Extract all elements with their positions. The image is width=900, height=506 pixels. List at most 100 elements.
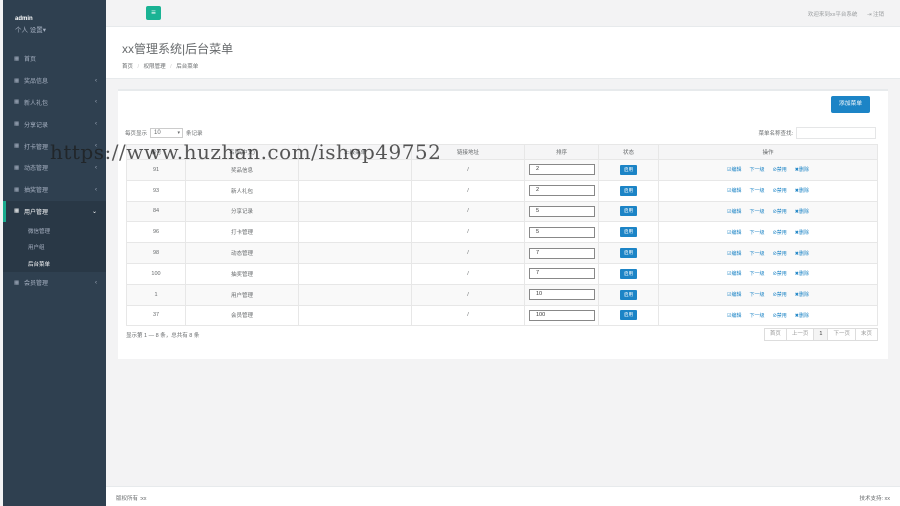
enable-button[interactable]: 启用 [620, 268, 637, 279]
child-link[interactable]: 下一级 [750, 209, 765, 215]
search: 菜单名称查找: [758, 127, 876, 139]
grid-icon: ▦ [14, 208, 20, 215]
enable-button[interactable]: 启用 [620, 164, 637, 175]
enable-button[interactable]: 启用 [620, 289, 637, 300]
sort-input[interactable]: 7 [529, 268, 595, 280]
edit-link[interactable]: ☑编辑 [727, 313, 741, 319]
chevron-icon: ‹ [95, 186, 97, 193]
sidebar-item-label: 分享记录 [24, 122, 49, 129]
child-link[interactable]: 下一级 [750, 292, 765, 298]
chevron-icon: ‹ [95, 99, 97, 106]
delete-link[interactable]: ✖删除 [795, 313, 809, 319]
sort-input[interactable]: 10 [529, 289, 595, 301]
add-menu-button[interactable]: 添加菜单 [831, 96, 870, 113]
sidebar-item[interactable]: ▦ 抽奖管理 ‹ [3, 179, 106, 201]
delete-link[interactable]: ✖删除 [795, 271, 809, 277]
profile-menu[interactable]: 个人 设置▾ [15, 24, 106, 34]
sort-input[interactable]: 2 [529, 164, 595, 176]
sidebar-item[interactable]: ▦ 首页 [3, 48, 106, 70]
last-page-button[interactable]: 末页 [854, 328, 878, 341]
sort-input[interactable]: 5 [529, 205, 595, 217]
disable-link[interactable]: ⊘禁用 [773, 313, 787, 319]
prev-page-button[interactable]: 上一页 [785, 328, 815, 341]
sidebar-item[interactable]: ▦ 用户管理 ⌄ [3, 200, 106, 223]
table-row: 98 动态管理 / 7 启用 ☑编辑 下一级 ⊘禁用 ✖删除 [126, 242, 878, 264]
col-status[interactable]: 状态 [598, 144, 659, 160]
cell-parent [298, 262, 412, 285]
disable-link[interactable]: ⊘禁用 [773, 292, 787, 298]
delete-link[interactable]: ✖删除 [795, 167, 809, 173]
edit-link[interactable]: ☑编辑 [727, 271, 741, 277]
sort-input[interactable]: 100 [529, 309, 595, 321]
menu-toggle-button[interactable]: ≡ [146, 6, 161, 20]
cell-sort: 100 [524, 304, 599, 327]
cell-parent [298, 179, 412, 202]
sidebar-item[interactable]: ▦ 会员管理 ‹ [3, 272, 106, 294]
child-link[interactable]: 下一级 [750, 271, 765, 277]
breadcrumb-permission[interactable]: 权限管理 [144, 64, 166, 70]
sidebar-subitem[interactable]: 后台菜单 [3, 255, 106, 272]
col-sort[interactable]: 排序 [524, 144, 599, 160]
cell-sort: 5 [524, 221, 599, 244]
sort-input[interactable]: 5 [529, 226, 595, 238]
enable-button[interactable]: 启用 [620, 227, 637, 238]
sidebar-subitem[interactable]: 微信管理 [3, 222, 106, 239]
sidebar-subitem[interactable]: 用户组 [3, 239, 106, 256]
edit-link[interactable]: ☑编辑 [727, 188, 741, 194]
search-input[interactable] [796, 127, 876, 139]
child-link[interactable]: 下一级 [750, 188, 765, 194]
cell-id: 37 [126, 304, 186, 327]
cell-status: 启用 [598, 242, 659, 264]
edit-link[interactable]: ☑编辑 [727, 209, 741, 215]
delete-link[interactable]: ✖删除 [795, 188, 809, 194]
pagination-info: 显示第 1 — 8 条，总共有 8 条 [126, 333, 200, 339]
enable-button[interactable]: 启用 [620, 185, 637, 196]
grid-icon: ▦ [14, 121, 20, 128]
page-1-button[interactable]: 1 [813, 328, 829, 341]
child-link[interactable]: 下一级 [750, 251, 765, 257]
disable-link[interactable]: ⊘禁用 [773, 251, 787, 257]
first-page-button[interactable]: 首页 [763, 328, 787, 341]
edit-link[interactable]: ☑编辑 [727, 167, 741, 173]
cell-status: 启用 [598, 283, 659, 306]
disable-link[interactable]: ⊘禁用 [773, 230, 787, 236]
child-link[interactable]: 下一级 [750, 313, 765, 319]
disable-link[interactable]: ⊘禁用 [773, 188, 787, 194]
disable-link[interactable]: ⊘禁用 [773, 209, 787, 215]
disable-link[interactable]: ⊘禁用 [773, 167, 787, 173]
edit-link[interactable]: ☑编辑 [727, 251, 741, 257]
cell-status: 启用 [598, 304, 659, 327]
delete-link[interactable]: ✖删除 [795, 230, 809, 236]
sidebar-item[interactable]: ▦ 奖品信息 ‹ [3, 70, 106, 92]
delete-link[interactable]: ✖删除 [795, 292, 809, 298]
cell-link: / [411, 304, 525, 327]
sidebar-item[interactable]: ▦ 分享记录 ‹ [3, 113, 106, 135]
enable-button[interactable]: 启用 [620, 206, 637, 217]
sidebar-item-label: 会员管理 [24, 281, 49, 288]
sidebar-item-label: 新人礼包 [24, 100, 49, 107]
sort-input[interactable]: 7 [529, 247, 595, 259]
cell-status: 启用 [598, 179, 659, 202]
cell-sort: 7 [524, 242, 599, 264]
edit-link[interactable]: ☑编辑 [727, 292, 741, 298]
next-page-button[interactable]: 下一页 [827, 328, 856, 341]
cell-link: / [411, 262, 525, 285]
enable-button[interactable]: 启用 [620, 248, 637, 259]
page-length-select[interactable]: 10 ▾ [150, 128, 184, 138]
disable-link[interactable]: ⊘禁用 [773, 271, 787, 277]
child-link[interactable]: 下一级 [750, 167, 765, 173]
delete-link[interactable]: ✖删除 [795, 251, 809, 257]
cell-name: 抽奖管理 [185, 262, 299, 285]
chevron-icon: ‹ [95, 279, 97, 286]
delete-link[interactable]: ✖删除 [795, 209, 809, 215]
child-link[interactable]: 下一级 [750, 230, 765, 236]
col-ops: 操作 [658, 144, 878, 160]
cell-status: 启用 [598, 159, 659, 181]
logout-link[interactable]: ⇥ 注销 [867, 12, 884, 18]
breadcrumb-home[interactable]: 首页 [122, 64, 133, 70]
enable-button[interactable]: 启用 [620, 310, 637, 321]
sort-input[interactable]: 2 [529, 185, 595, 197]
edit-link[interactable]: ☑编辑 [727, 230, 741, 236]
sidebar-item[interactable]: ▦ 新人礼包 ‹ [3, 92, 106, 114]
welcome-text: 欢迎来到xx平台系统 [807, 12, 858, 18]
